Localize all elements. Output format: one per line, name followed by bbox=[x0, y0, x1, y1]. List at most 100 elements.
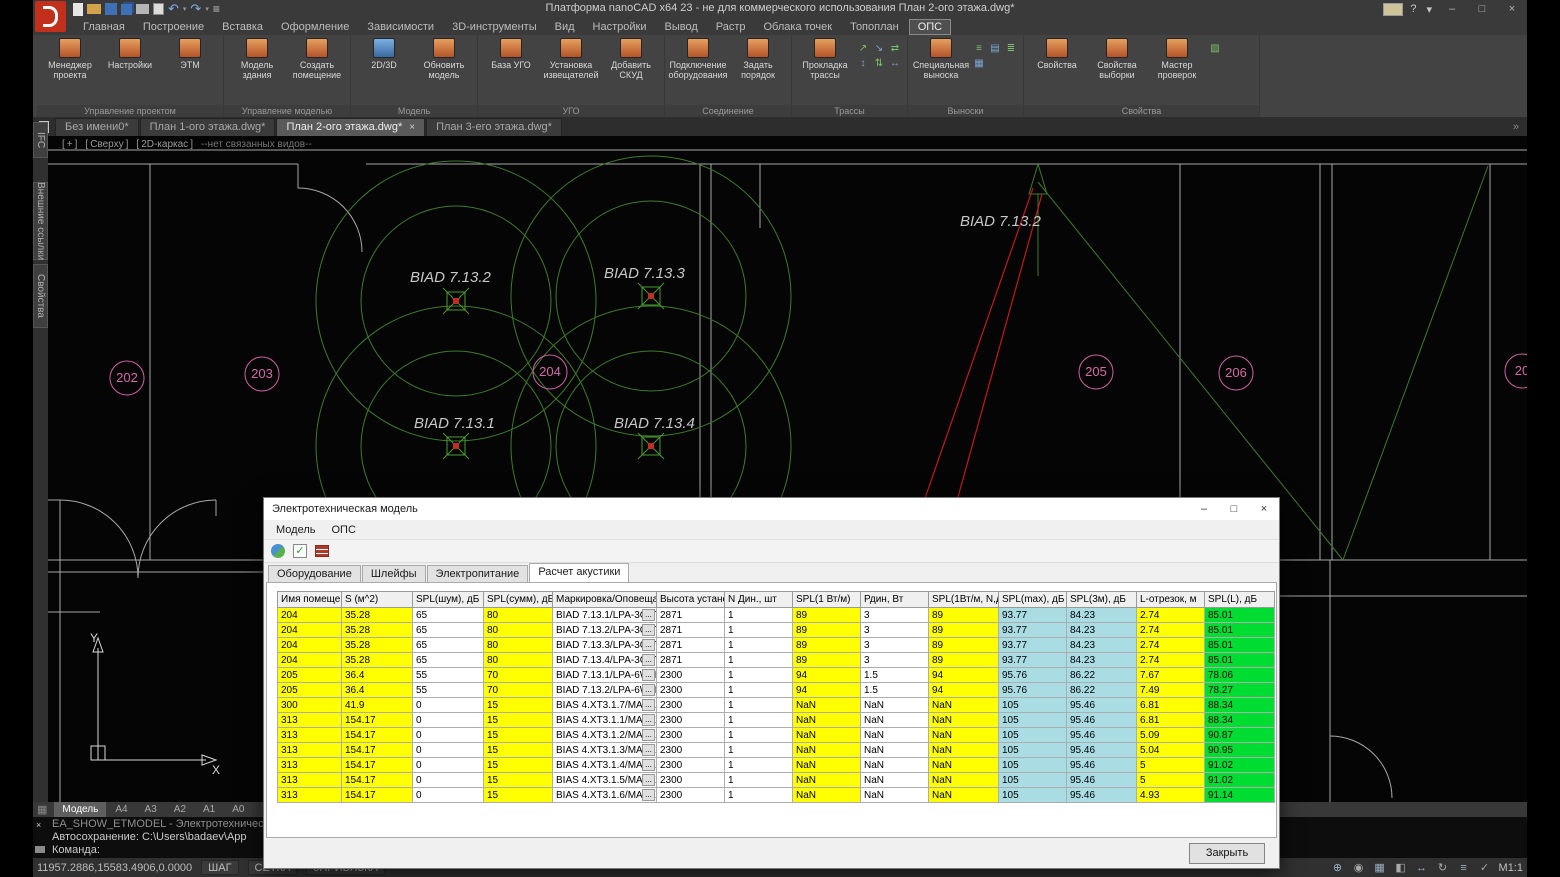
table-cell[interactable]: 15 bbox=[484, 743, 553, 758]
table-cell[interactable]: 3 bbox=[861, 653, 929, 668]
table-cell[interactable]: 4.93 bbox=[1137, 788, 1205, 803]
table-cell[interactable]: 84.23 bbox=[1067, 653, 1137, 668]
table-cell[interactable]: BIAD 7.13.2/LPA-6W [П... bbox=[553, 683, 657, 698]
table-cell[interactable]: 3 bbox=[861, 638, 929, 653]
table-cell[interactable]: 65 bbox=[413, 623, 484, 638]
status-menu-icon[interactable]: ≡ bbox=[1457, 861, 1471, 875]
print-icon[interactable] bbox=[136, 4, 149, 14]
table-cell[interactable]: 85.01 bbox=[1205, 653, 1275, 668]
table-cell[interactable]: 2.74 bbox=[1137, 608, 1205, 623]
table-cell[interactable]: 15 bbox=[484, 773, 553, 788]
sidebar-tab-IFC[interactable]: IFC bbox=[33, 122, 48, 158]
column-header[interactable]: Имя помещени bbox=[278, 592, 342, 608]
dialog-close-button[interactable]: × bbox=[1249, 498, 1279, 520]
table-cell[interactable]: BIAS 4.XT3.1.4/МАЯК... bbox=[553, 758, 657, 773]
table-cell[interactable]: 1 bbox=[725, 713, 793, 728]
table-cell[interactable]: NaN bbox=[793, 743, 861, 758]
table-cell[interactable]: 5 bbox=[1137, 773, 1205, 788]
layout-tab-Модель[interactable]: Модель bbox=[54, 802, 106, 817]
ellipsis-button[interactable]: ... bbox=[642, 669, 655, 681]
table-cell[interactable]: 90.95 bbox=[1205, 743, 1275, 758]
table-cell[interactable]: 3 bbox=[861, 608, 929, 623]
ribbon-button[interactable]: 2D/3D bbox=[355, 38, 413, 70]
table-cell[interactable]: 205 bbox=[278, 683, 342, 698]
palette-grid-icon[interactable] bbox=[1383, 3, 1403, 16]
table-cell[interactable]: 7.67 bbox=[1137, 668, 1205, 683]
table-cell[interactable]: 86.22 bbox=[1067, 668, 1137, 683]
table-cell[interactable]: 2300 bbox=[657, 743, 725, 758]
ribbon-button[interactable]: Свойства bbox=[1028, 38, 1086, 70]
table-cell[interactable]: 154.17 bbox=[342, 773, 413, 788]
table-cell[interactable]: 95.76 bbox=[999, 668, 1067, 683]
dialog-menu-ОПС[interactable]: ОПС bbox=[323, 522, 363, 538]
table-cell[interactable]: 2871 bbox=[657, 638, 725, 653]
table-cell[interactable]: NaN bbox=[929, 728, 999, 743]
table-cell[interactable]: 1.5 bbox=[861, 668, 929, 683]
column-header[interactable]: SPL(сумм), дБ bbox=[484, 592, 553, 608]
table-cell[interactable]: 1 bbox=[725, 788, 793, 803]
table-cell[interactable]: NaN bbox=[861, 728, 929, 743]
table-cell[interactable]: 35.28 bbox=[342, 608, 413, 623]
status-ortho-icon[interactable]: ◧ bbox=[1394, 861, 1408, 875]
table-cell[interactable]: 313 bbox=[278, 713, 342, 728]
table-cell[interactable]: 91.02 bbox=[1205, 758, 1275, 773]
dialog-tab-Электропитание[interactable]: Электропитание bbox=[427, 565, 529, 582]
doc-tab[interactable]: Без имени0* bbox=[55, 118, 139, 136]
dialog-menu-Модель[interactable]: Модель bbox=[268, 522, 323, 538]
table-cell[interactable]: 94 bbox=[929, 668, 999, 683]
table-cell[interactable]: 0 bbox=[413, 743, 484, 758]
ellipsis-button[interactable]: ... bbox=[642, 744, 655, 756]
ribbon-button[interactable]: Модель здания bbox=[228, 38, 286, 80]
sidebar-tab-Свойства[interactable]: Свойства bbox=[33, 264, 48, 328]
table-cell[interactable]: 88.34 bbox=[1205, 713, 1275, 728]
ellipsis-button[interactable]: ... bbox=[642, 774, 655, 786]
table-cell[interactable]: 1 bbox=[725, 743, 793, 758]
ellipsis-button[interactable]: ... bbox=[642, 699, 655, 711]
table-cell[interactable]: 1 bbox=[725, 623, 793, 638]
column-header[interactable]: SPL(L), дБ bbox=[1205, 592, 1275, 608]
small-tool-icon[interactable]: ⇅ bbox=[872, 57, 886, 71]
dialog-titlebar[interactable]: Электротехническая модель – □ × bbox=[264, 498, 1279, 520]
ellipsis-button[interactable]: ... bbox=[642, 714, 655, 726]
table-cell[interactable]: 2300 bbox=[657, 698, 725, 713]
table-cell[interactable]: 95.76 bbox=[999, 683, 1067, 698]
table-cell[interactable]: 80 bbox=[484, 623, 553, 638]
table-cell[interactable]: 2871 bbox=[657, 608, 725, 623]
table-cell[interactable]: 313 bbox=[278, 758, 342, 773]
ribbon-button[interactable]: Настройки bbox=[101, 38, 159, 70]
table-cell[interactable]: 105 bbox=[999, 788, 1067, 803]
ellipsis-button[interactable]: ... bbox=[642, 729, 655, 741]
table-cell[interactable]: 1 bbox=[725, 668, 793, 683]
table-cell[interactable]: 85.01 bbox=[1205, 608, 1275, 623]
ellipsis-button[interactable]: ... bbox=[642, 789, 655, 801]
ellipsis-button[interactable]: ... bbox=[642, 654, 655, 666]
small-tool-icon[interactable]: ↔ bbox=[888, 57, 902, 71]
status-refresh-icon[interactable]: ↻ bbox=[1436, 861, 1450, 875]
small-tool-icon[interactable]: ↗ bbox=[856, 42, 870, 56]
column-header[interactable]: SPL(3м), дБ bbox=[1067, 592, 1137, 608]
table-cell[interactable]: 65 bbox=[413, 638, 484, 653]
minimize-button[interactable]: – bbox=[1439, 1, 1465, 17]
dropdown-caret-icon[interactable]: ▾ bbox=[183, 5, 187, 13]
column-header[interactable]: S (м^2) bbox=[342, 592, 413, 608]
table-cell[interactable]: 2300 bbox=[657, 713, 725, 728]
ellipsis-button[interactable]: ... bbox=[642, 624, 655, 636]
ribbon-button[interactable]: Специальная выноска bbox=[912, 38, 970, 80]
ribbon-tab-Топоплан[interactable]: Топоплан bbox=[842, 20, 907, 34]
column-header[interactable]: Высота устано bbox=[657, 592, 725, 608]
table-cell[interactable]: 15 bbox=[484, 698, 553, 713]
table-cell[interactable]: 95.46 bbox=[1067, 788, 1137, 803]
layout-tab-A3[interactable]: A3 bbox=[137, 802, 165, 817]
table-cell[interactable]: 91.14 bbox=[1205, 788, 1275, 803]
table-cell[interactable]: NaN bbox=[929, 773, 999, 788]
table-cell[interactable]: BIAS 4.XT3.1.7/МАЯК... bbox=[553, 698, 657, 713]
table-cell[interactable]: 105 bbox=[999, 758, 1067, 773]
column-header[interactable]: N Дин., шт bbox=[725, 592, 793, 608]
table-cell[interactable]: 15 bbox=[484, 758, 553, 773]
table-cell[interactable]: NaN bbox=[929, 788, 999, 803]
column-header[interactable]: SPL(шум), дБ bbox=[413, 592, 484, 608]
table-cell[interactable]: NaN bbox=[793, 788, 861, 803]
table-cell[interactable]: NaN bbox=[929, 758, 999, 773]
table-cell[interactable]: 204 bbox=[278, 638, 342, 653]
table-cell[interactable]: BIAS 4.XT3.1.3/МАЯК... bbox=[553, 743, 657, 758]
